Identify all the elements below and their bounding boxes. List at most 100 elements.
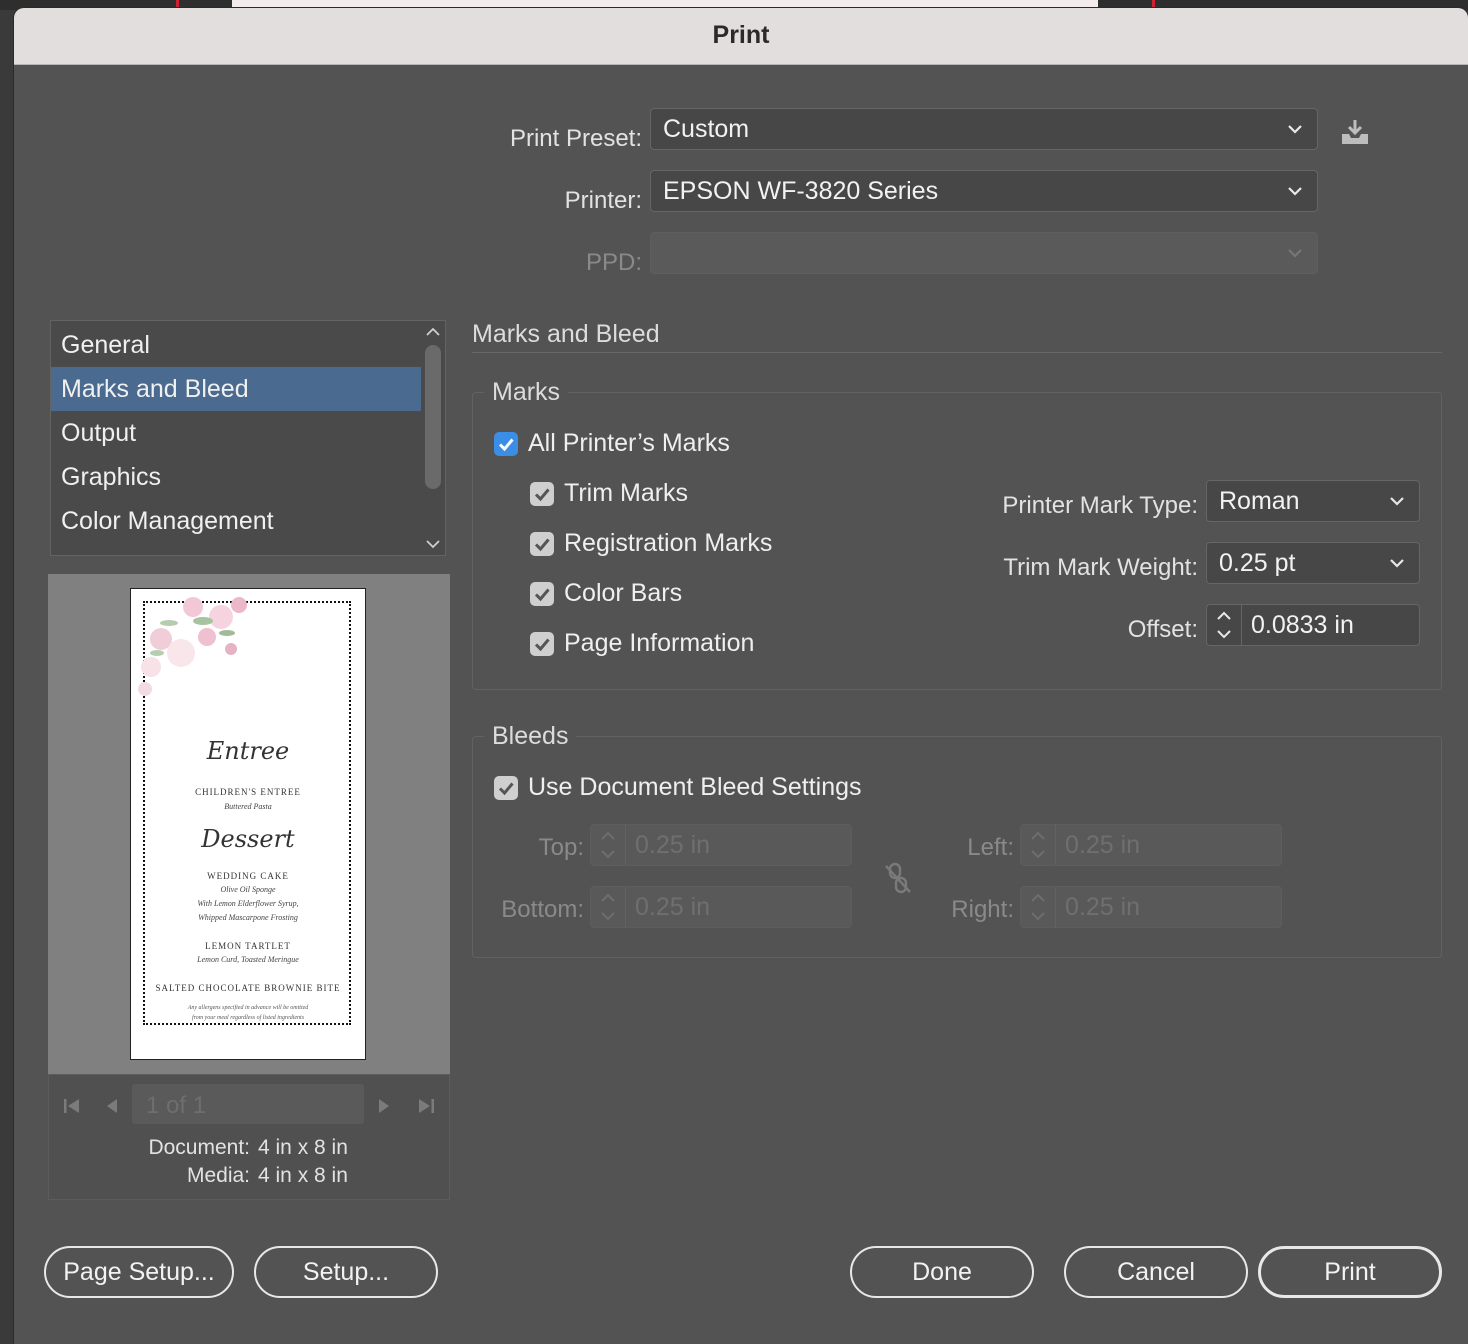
background-bleed-line [1152, 0, 1155, 8]
checkmark-icon [498, 438, 514, 452]
background-bleed-line [176, 0, 179, 8]
menu-tart-title: LEMON TARTLET [205, 941, 291, 951]
bleed-left-stepper-buttons [1021, 825, 1056, 865]
sidebar-item-partial [61, 547, 181, 555]
bleed-top-stepper: 0.25 in [590, 824, 852, 866]
save-preset-icon[interactable] [1340, 118, 1370, 146]
preview-page: Entree CHILDREN'S ENTREE Buttered Pasta … [130, 588, 366, 1060]
sidebar-item-color-management[interactable]: Color Management [51, 499, 421, 543]
printer-select[interactable]: EPSON WF-3820 Series [650, 170, 1318, 212]
sidebar-item-output[interactable]: Output [51, 411, 421, 455]
page-number-value: 1 of 1 [146, 1092, 207, 1119]
trim-marks-checkbox[interactable] [530, 482, 554, 506]
stepper-arrows-icon [1217, 611, 1231, 639]
all-printers-marks-checkbox[interactable] [494, 432, 518, 456]
print-button[interactable]: Print [1258, 1246, 1442, 1298]
bleeds-group-title: Bleeds [484, 722, 577, 751]
menu-dessert-script: Dessert [201, 825, 295, 853]
registration-marks-checkbox[interactable] [530, 532, 554, 556]
setup-button[interactable]: Setup... [254, 1246, 438, 1298]
bleed-top-stepper-buttons [591, 825, 626, 865]
page-information-label[interactable]: Page Information [564, 629, 754, 658]
print-preset-label: Print Preset: [509, 125, 642, 152]
document-size-value: 4 in x 8 in [258, 1136, 348, 1159]
page-number-field[interactable]: 1 of 1 [132, 1084, 364, 1124]
printer-mark-type-select[interactable]: Roman [1206, 480, 1420, 522]
done-button[interactable]: Done [850, 1246, 1034, 1298]
checkmark-icon [534, 488, 550, 502]
page-information-checkbox[interactable] [530, 632, 554, 656]
cancel-button[interactable]: Cancel [1064, 1246, 1248, 1298]
ppd-label: PPD: [585, 249, 642, 276]
previous-page-icon[interactable] [104, 1096, 120, 1116]
print-dialog: Print Print Preset: Custom Printer: EPSO… [14, 8, 1468, 1344]
trim-mark-weight-select[interactable]: 0.25 pt [1206, 542, 1420, 584]
color-bars-checkbox[interactable] [530, 582, 554, 606]
ppd-select [650, 232, 1318, 274]
chevron-down-icon [1288, 187, 1302, 196]
checkmark-icon [498, 782, 514, 796]
scroll-down-icon[interactable] [425, 537, 441, 551]
printer-value: EPSON WF-3820 Series [663, 177, 939, 205]
chevron-down-icon [1390, 559, 1404, 568]
next-page-icon[interactable] [376, 1096, 392, 1116]
trim-mark-weight-label: Trim Mark Weight: [1003, 554, 1198, 581]
menu-cake-title: WEDDING CAKE [207, 871, 289, 881]
print-preset-value: Custom [663, 115, 750, 143]
menu-cake-desc: Whipped Mascarpone Frosting [198, 913, 298, 922]
menu-kids-title: CHILDREN'S ENTREE [195, 787, 301, 797]
bleed-top-label: Top: [538, 834, 584, 861]
trim-mark-weight-value: 0.25 pt [1219, 549, 1296, 577]
all-printers-marks-label[interactable]: All Printer’s Marks [528, 429, 730, 458]
offset-stepper-buttons[interactable] [1207, 605, 1242, 645]
document-label: Document: [148, 1136, 250, 1159]
bleed-top-value: 0.25 in [635, 831, 711, 859]
sidebar-item-graphics[interactable]: Graphics [51, 455, 421, 499]
sidebar-item-general[interactable]: General [51, 323, 421, 367]
checkmark-icon [534, 538, 550, 552]
bleed-right-value: 0.25 in [1065, 893, 1141, 921]
printer-mark-type-value: Roman [1219, 487, 1300, 515]
bleed-left-stepper: 0.25 in [1020, 824, 1282, 866]
chevron-down-icon [1288, 249, 1302, 258]
menu-entree-script: Entree [206, 737, 290, 765]
scrollbar-thumb[interactable] [425, 345, 441, 489]
background-document [232, 0, 1098, 8]
offset-stepper[interactable]: 0.0833 in [1206, 604, 1420, 646]
first-page-icon[interactable] [62, 1096, 82, 1116]
menu-cake-desc: With Lemon Elderflower Syrup, [197, 899, 299, 908]
menu-cake-desc: Olive Oil Sponge [220, 885, 276, 894]
menu-note: Any allergens specified in advance will … [187, 1005, 309, 1011]
trim-marks-label[interactable]: Trim Marks [564, 479, 688, 508]
page-setup-button[interactable]: Page Setup... [44, 1246, 234, 1298]
section-divider [472, 352, 1442, 353]
scroll-up-icon[interactable] [425, 325, 441, 339]
marks-group-title: Marks [484, 378, 569, 407]
printer-label: Printer: [564, 187, 642, 214]
stepper-arrows-icon [601, 893, 615, 921]
category-list[interactable]: General Marks and Bleed Output Graphics … [50, 320, 446, 556]
bleed-bottom-value: 0.25 in [635, 893, 711, 921]
sidebar-item-marks-and-bleed[interactable]: Marks and Bleed [51, 367, 421, 411]
menu-tart-desc: Lemon Curd, Toasted Meringue [197, 955, 299, 964]
bleed-bottom-label: Bottom: [501, 896, 584, 923]
print-preset-select[interactable]: Custom [650, 108, 1318, 150]
menu-brownie-title: SALTED CHOCOLATE BROWNIE BITE [155, 983, 341, 993]
media-label: Media: [186, 1164, 250, 1187]
color-bars-label[interactable]: Color Bars [564, 579, 682, 608]
section-title: Marks and Bleed [472, 320, 660, 348]
stepper-arrows-icon [601, 831, 615, 859]
bleed-right-stepper: 0.25 in [1020, 886, 1282, 928]
offset-value: 0.0833 in [1251, 611, 1354, 639]
dialog-title: Print [712, 21, 770, 49]
use-document-bleed-checkbox[interactable] [494, 776, 518, 800]
printer-mark-type-label: Printer Mark Type: [1002, 492, 1198, 519]
registration-marks-label[interactable]: Registration Marks [564, 529, 772, 558]
stepper-arrows-icon [1031, 831, 1045, 859]
use-document-bleed-label[interactable]: Use Document Bleed Settings [528, 773, 862, 802]
last-page-icon[interactable] [416, 1096, 436, 1116]
chevron-down-icon [1288, 125, 1302, 134]
menu-kids-desc: Buttered Pasta [224, 802, 272, 811]
offset-label: Offset: [1127, 616, 1198, 643]
bleed-right-stepper-buttons [1021, 887, 1056, 927]
